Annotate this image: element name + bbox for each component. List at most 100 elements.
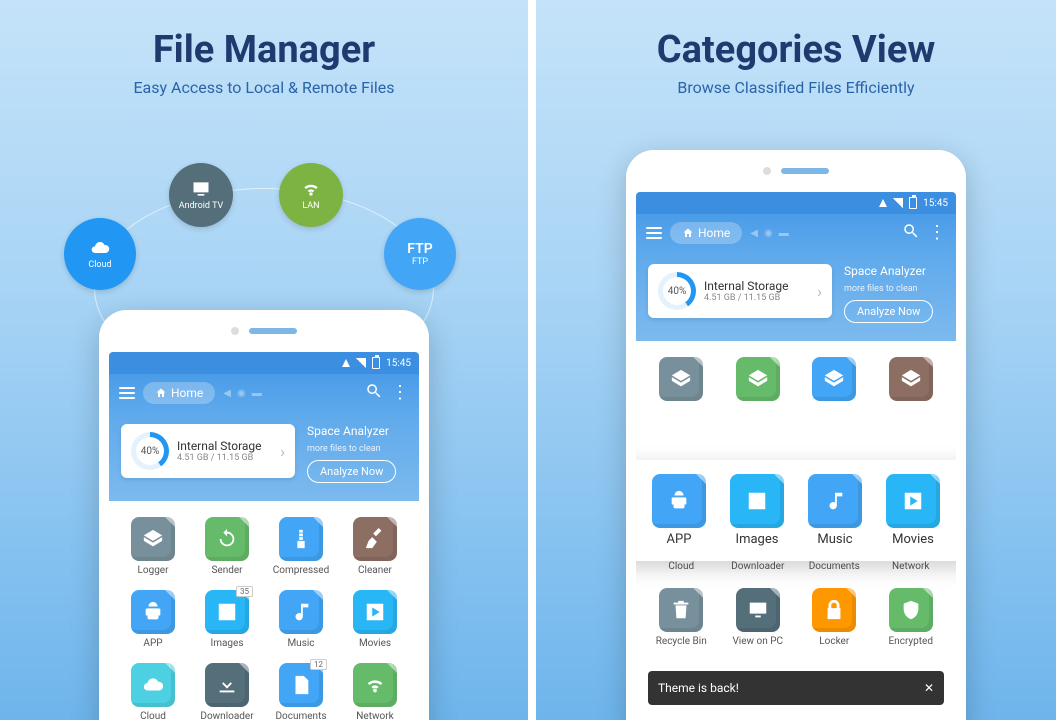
Movies-icon [886,474,940,528]
battery-icon [909,197,917,209]
search-icon[interactable] [365,382,383,404]
Network-icon [353,663,397,707]
analyzer-sub: more files to clean [307,444,381,454]
category-movies[interactable]: Movies [341,590,409,649]
category-images[interactable]: Images [718,474,796,547]
theme-banner[interactable]: Theme is back!✕ [648,671,944,705]
category-cloud[interactable]: Cloud [119,663,187,720]
home-breadcrumb[interactable]: Home [143,382,215,404]
space-analyzer-card: 40% Internal Storage 4.51 GB / 11.15 GB … [109,412,419,501]
androidtv-badge[interactable]: Android TV [169,163,233,227]
category-label: Network [892,561,929,572]
category-grid-row4: Recycle Bin View on PC LockerEncrypted [636,588,956,663]
panel1-title: File Manager [0,28,528,72]
Images-icon [730,474,784,528]
panel2-subtitle: Browse Classified Files Efficiently [536,78,1056,97]
category-logger[interactable]: Logger [119,517,187,576]
category-label: Documents [809,561,860,572]
category-images[interactable]: Images35 [193,590,261,649]
category-sender[interactable]: Sender [193,517,261,576]
category-item[interactable] [876,357,947,401]
signal-icon [342,359,350,367]
storage-size: 4.51 GB / 11.15 GB [704,293,809,303]
category-music[interactable]: Music [796,474,874,547]
category-item[interactable] [723,357,794,401]
category-documents[interactable]: Documents12 [267,663,335,720]
battery-icon [372,357,380,369]
analyzer-sub: more files to clean [844,284,918,294]
Music-icon [808,474,862,528]
category-label: Cloud [668,561,694,572]
more-icon[interactable]: ⋮ [928,224,946,242]
cloud-badge[interactable]: Cloud [64,218,136,290]
Sender-icon [205,517,249,561]
category-compressed[interactable]: Compressed [267,517,335,576]
ftp-badge[interactable]: FTPFTP [384,218,456,290]
storage-name: Internal Storage [704,279,809,293]
category-popout: APP Images Music Movies [636,460,956,561]
category-app[interactable]: APP [119,590,187,649]
category-label: Cloud [140,711,166,720]
category-label: Images [736,532,779,547]
phone-mockup-1: 15:45 Home ◀◉▬ ⋮ 40% Internal Storage 4.… [99,310,429,720]
storage-size: 4.51 GB / 11.15 GB [177,453,272,463]
more-icon[interactable]: ⋮ [391,384,409,402]
category-label: Downloader [200,711,253,720]
analyzer-title: Space Analyzer [307,424,389,438]
category-locker[interactable]: Locker [799,588,870,647]
category-grid-row1 [636,341,956,407]
category-label: Music [287,638,314,649]
Locker-icon [812,588,856,632]
category-label: View on PC [732,636,783,647]
category-downloader[interactable]: Downloader [193,663,261,720]
category-label: Logger [137,565,168,576]
Cloud-icon [131,663,175,707]
analyze-now-button[interactable]: Analyze Now [307,460,396,483]
space-analyzer-card: 40% Internal Storage 4.51 GB / 11.15 GB … [636,252,956,341]
category-label: APP [143,638,162,649]
panel-categories-view: Categories View Browse Classified Files … [528,0,1056,720]
panel1-subtitle: Easy Access to Local & Remote Files [0,78,528,97]
category-label: Recycle Bin [656,636,707,647]
panel2-title: Categories View [536,28,1056,72]
APP-icon [652,474,706,528]
internal-storage-card[interactable]: 40% Internal Storage 4.51 GB / 11.15 GB … [121,424,295,478]
Encrypted-icon [889,588,933,632]
app-toolbar: Home ◀◉▬ ⋮ [109,374,419,412]
category-music[interactable]: Music [267,590,335,649]
category-app[interactable]: APP [640,474,718,547]
Cleaner-icon [353,517,397,561]
analyze-now-button[interactable]: Analyze Now [844,300,933,323]
internal-storage-card[interactable]: 40% Internal Storage 4.51 GB / 11.15 GB … [648,264,832,318]
category-network[interactable]: Network [341,663,409,720]
home-breadcrumb[interactable]: Home [670,222,742,244]
category-label: Network [356,711,393,720]
category-icon [812,357,856,401]
app-toolbar: Home ◀◉▬ ⋮ [636,214,956,252]
APP-icon [131,590,175,634]
category-label: Sender [211,565,242,576]
category-item[interactable] [646,357,717,401]
category-movies[interactable]: Movies [874,474,952,547]
status-bar: 15:45 [636,192,956,214]
signal-icon [879,199,887,207]
category-view-on-pc[interactable]: View on PC [723,588,794,647]
category-item[interactable] [799,357,870,401]
status-time: 15:45 [923,198,948,209]
category-encrypted[interactable]: Encrypted [876,588,947,647]
network-icon [893,198,903,208]
lan-badge[interactable]: LAN [279,163,343,227]
count-badge: 35 [236,586,253,597]
category-recycle-bin[interactable]: Recycle Bin [646,588,717,647]
category-label: Documents [275,711,326,720]
menu-icon[interactable] [646,224,662,242]
analyzer-title: Space Analyzer [844,264,926,278]
storage-name: Internal Storage [177,439,272,453]
menu-icon[interactable] [119,384,135,402]
Logger-icon [131,517,175,561]
category-label: Downloader [731,561,784,572]
category-label: Music [817,532,852,547]
category-cleaner[interactable]: Cleaner [341,517,409,576]
Music-icon [279,590,323,634]
search-icon[interactable] [902,222,920,244]
